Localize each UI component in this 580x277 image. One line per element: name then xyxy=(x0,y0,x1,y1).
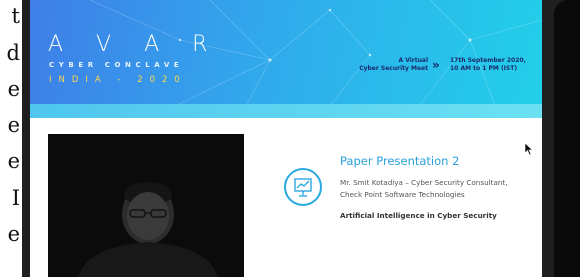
cropped-char: d xyxy=(6,41,20,65)
event-banner: A V A R CYBER CONCLAVE INDIA - 2020 A Vi… xyxy=(30,0,542,118)
logo-subtitle: CYBER CONCLAVE xyxy=(49,61,184,69)
meet-line-1: A Virtual xyxy=(398,57,428,64)
cropped-char: e xyxy=(7,113,20,137)
double-arrow-icon: » xyxy=(432,58,440,72)
frame-edge xyxy=(554,0,580,277)
session-topic: Artificial Intelligence in Cyber Securit… xyxy=(340,211,497,220)
mouse-cursor-icon xyxy=(524,142,534,156)
event-date: 17th September 2020, 10 AM to 1 PM (IST) xyxy=(450,57,540,73)
cropped-text-column: t d e e e I e xyxy=(0,0,24,277)
speaker-details: Mr. Smit Kotadiya – Cyber Security Consu… xyxy=(340,177,540,201)
cropped-char: t xyxy=(11,4,20,28)
date-line-1: 17th September 2020, xyxy=(450,57,526,64)
meet-line-2: Cyber Security Meet xyxy=(359,65,428,72)
speaker-line-2: Check Point Software Technologies xyxy=(340,190,465,199)
logo-edition: INDIA - 2020 xyxy=(49,75,187,85)
cropped-char: I xyxy=(11,186,20,210)
avar-logo: A V A R xyxy=(48,32,221,57)
speaker-photo xyxy=(48,134,244,277)
cropped-char: e xyxy=(7,222,20,246)
presentation-chart-icon xyxy=(284,168,322,206)
date-line-2: 10 AM to 1 PM (IST) xyxy=(450,65,518,72)
banner-lower-band xyxy=(30,104,542,118)
presentation-slide: A V A R CYBER CONCLAVE INDIA - 2020 A Vi… xyxy=(30,0,542,277)
speaker-line-1: Mr. Smit Kotadiya – Cyber Security Consu… xyxy=(340,178,508,187)
session-title: Paper Presentation 2 xyxy=(340,154,460,168)
cropped-char: e xyxy=(7,149,20,173)
cropped-char: e xyxy=(7,77,20,101)
event-description: A Virtual Cyber Security Meet xyxy=(308,57,428,73)
